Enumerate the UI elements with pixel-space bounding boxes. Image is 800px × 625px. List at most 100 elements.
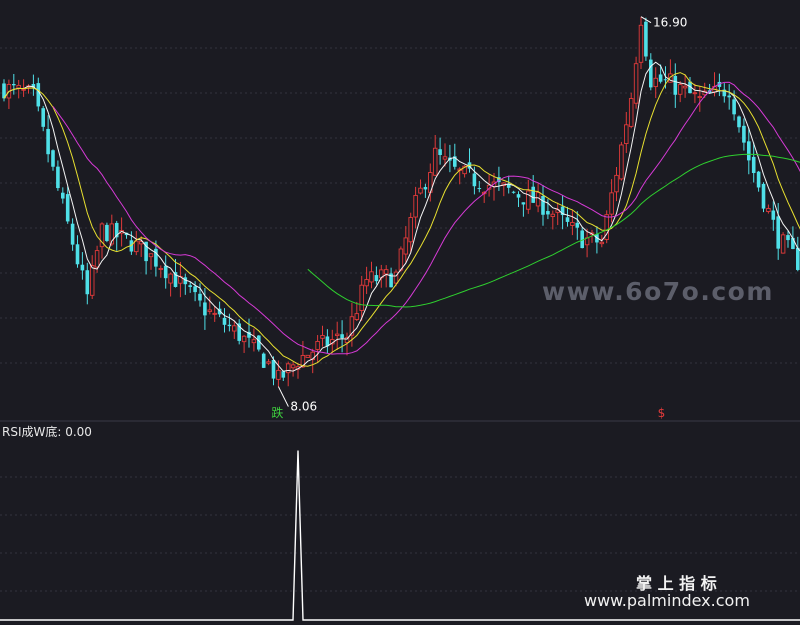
ma5-line xyxy=(3,61,800,372)
candle-down xyxy=(511,191,516,193)
candle-up xyxy=(697,96,703,99)
candle-up xyxy=(359,284,364,311)
moving-average-lines xyxy=(3,61,800,372)
candle-up xyxy=(276,369,281,380)
candle-up xyxy=(232,325,237,332)
candle-down xyxy=(423,187,428,190)
candle-up xyxy=(305,354,311,358)
candle-up xyxy=(241,335,247,343)
high-annotation: 16.90 xyxy=(640,16,687,30)
candle-up xyxy=(315,340,320,350)
candle-up xyxy=(158,268,164,270)
candle-up xyxy=(614,174,619,193)
candle-up xyxy=(148,253,154,258)
candle-up xyxy=(212,312,217,315)
candle-down xyxy=(261,353,266,368)
candle-down xyxy=(51,150,55,167)
candle-up xyxy=(418,187,423,194)
candle-up xyxy=(766,208,771,212)
candle-down xyxy=(105,224,109,242)
candle-down xyxy=(198,293,202,301)
candle-up xyxy=(432,147,438,176)
candle-down xyxy=(727,95,731,98)
candle-down xyxy=(374,275,379,282)
low-annotation-leader xyxy=(277,386,289,407)
candle-down xyxy=(75,244,80,265)
sell-signal-label: 跌 xyxy=(271,405,283,420)
low-annotation: 8.06 xyxy=(277,386,317,414)
candle-down xyxy=(281,371,286,378)
candle-down xyxy=(796,247,800,270)
candle-up xyxy=(619,144,624,180)
candle-up xyxy=(320,335,325,339)
candle-down xyxy=(575,222,580,228)
candle-down xyxy=(340,334,344,339)
candle-up xyxy=(207,309,213,312)
candle-down xyxy=(472,173,477,187)
candle-down xyxy=(477,188,482,190)
candle-up xyxy=(535,192,541,207)
candle-up xyxy=(633,63,639,104)
candle-down xyxy=(732,99,736,115)
candle-up xyxy=(266,361,271,364)
grid-lines xyxy=(0,47,800,592)
watermark-url: www.palmindex.com xyxy=(584,591,750,610)
candle-down xyxy=(56,166,60,189)
low-annotation-label: 8.06 xyxy=(290,400,317,414)
candle-up xyxy=(398,248,404,271)
candle-up xyxy=(285,363,291,374)
candle-up xyxy=(628,98,634,127)
candle-down xyxy=(776,216,780,249)
candle-down xyxy=(771,210,776,220)
indicator-title: RSI成W底: 0.00 xyxy=(2,424,92,439)
candle-down xyxy=(658,74,663,82)
candle-up xyxy=(692,92,698,95)
candle-up xyxy=(251,339,257,344)
candle-up xyxy=(21,88,26,91)
candle-up xyxy=(16,84,21,89)
candle-up xyxy=(609,192,614,215)
candle-down xyxy=(36,83,41,107)
candle-up xyxy=(682,85,688,89)
candle-down xyxy=(163,265,168,279)
candle-up xyxy=(383,269,389,275)
candle-up xyxy=(677,84,683,95)
candle-down xyxy=(80,264,85,271)
candle-down xyxy=(193,286,197,293)
candle-down xyxy=(203,302,207,316)
candle-down xyxy=(541,196,545,215)
candle-up xyxy=(653,77,658,88)
candle-up xyxy=(403,237,409,255)
candle-up xyxy=(94,250,100,268)
candle-down xyxy=(70,223,75,245)
candle-up xyxy=(624,124,629,144)
candle-down xyxy=(751,156,756,174)
candle-down xyxy=(438,149,442,155)
candle-down xyxy=(663,79,668,81)
candle-down xyxy=(546,211,550,215)
candle-up xyxy=(168,273,173,284)
candle-up xyxy=(364,279,369,287)
candle-down xyxy=(85,270,90,295)
candle-up xyxy=(638,24,644,63)
candle-up xyxy=(354,313,360,320)
candle-up xyxy=(408,217,413,243)
ma10-line xyxy=(3,72,800,367)
candle-up xyxy=(550,213,556,217)
candle-down xyxy=(46,128,50,155)
candle-down xyxy=(756,171,761,188)
candle-up xyxy=(413,195,418,218)
candle-up xyxy=(369,271,374,283)
candle-down xyxy=(41,108,45,127)
candle-down xyxy=(742,125,746,143)
candle-down xyxy=(786,235,790,241)
candle-down xyxy=(673,75,678,95)
candle-down xyxy=(747,141,751,161)
candle-down xyxy=(649,59,653,88)
high-annotation-label: 16.90 xyxy=(653,16,687,30)
candle-down xyxy=(565,217,570,222)
candle-up xyxy=(599,241,605,245)
candle-down xyxy=(761,183,766,209)
candle-up xyxy=(89,265,95,296)
candle-down xyxy=(531,186,535,203)
